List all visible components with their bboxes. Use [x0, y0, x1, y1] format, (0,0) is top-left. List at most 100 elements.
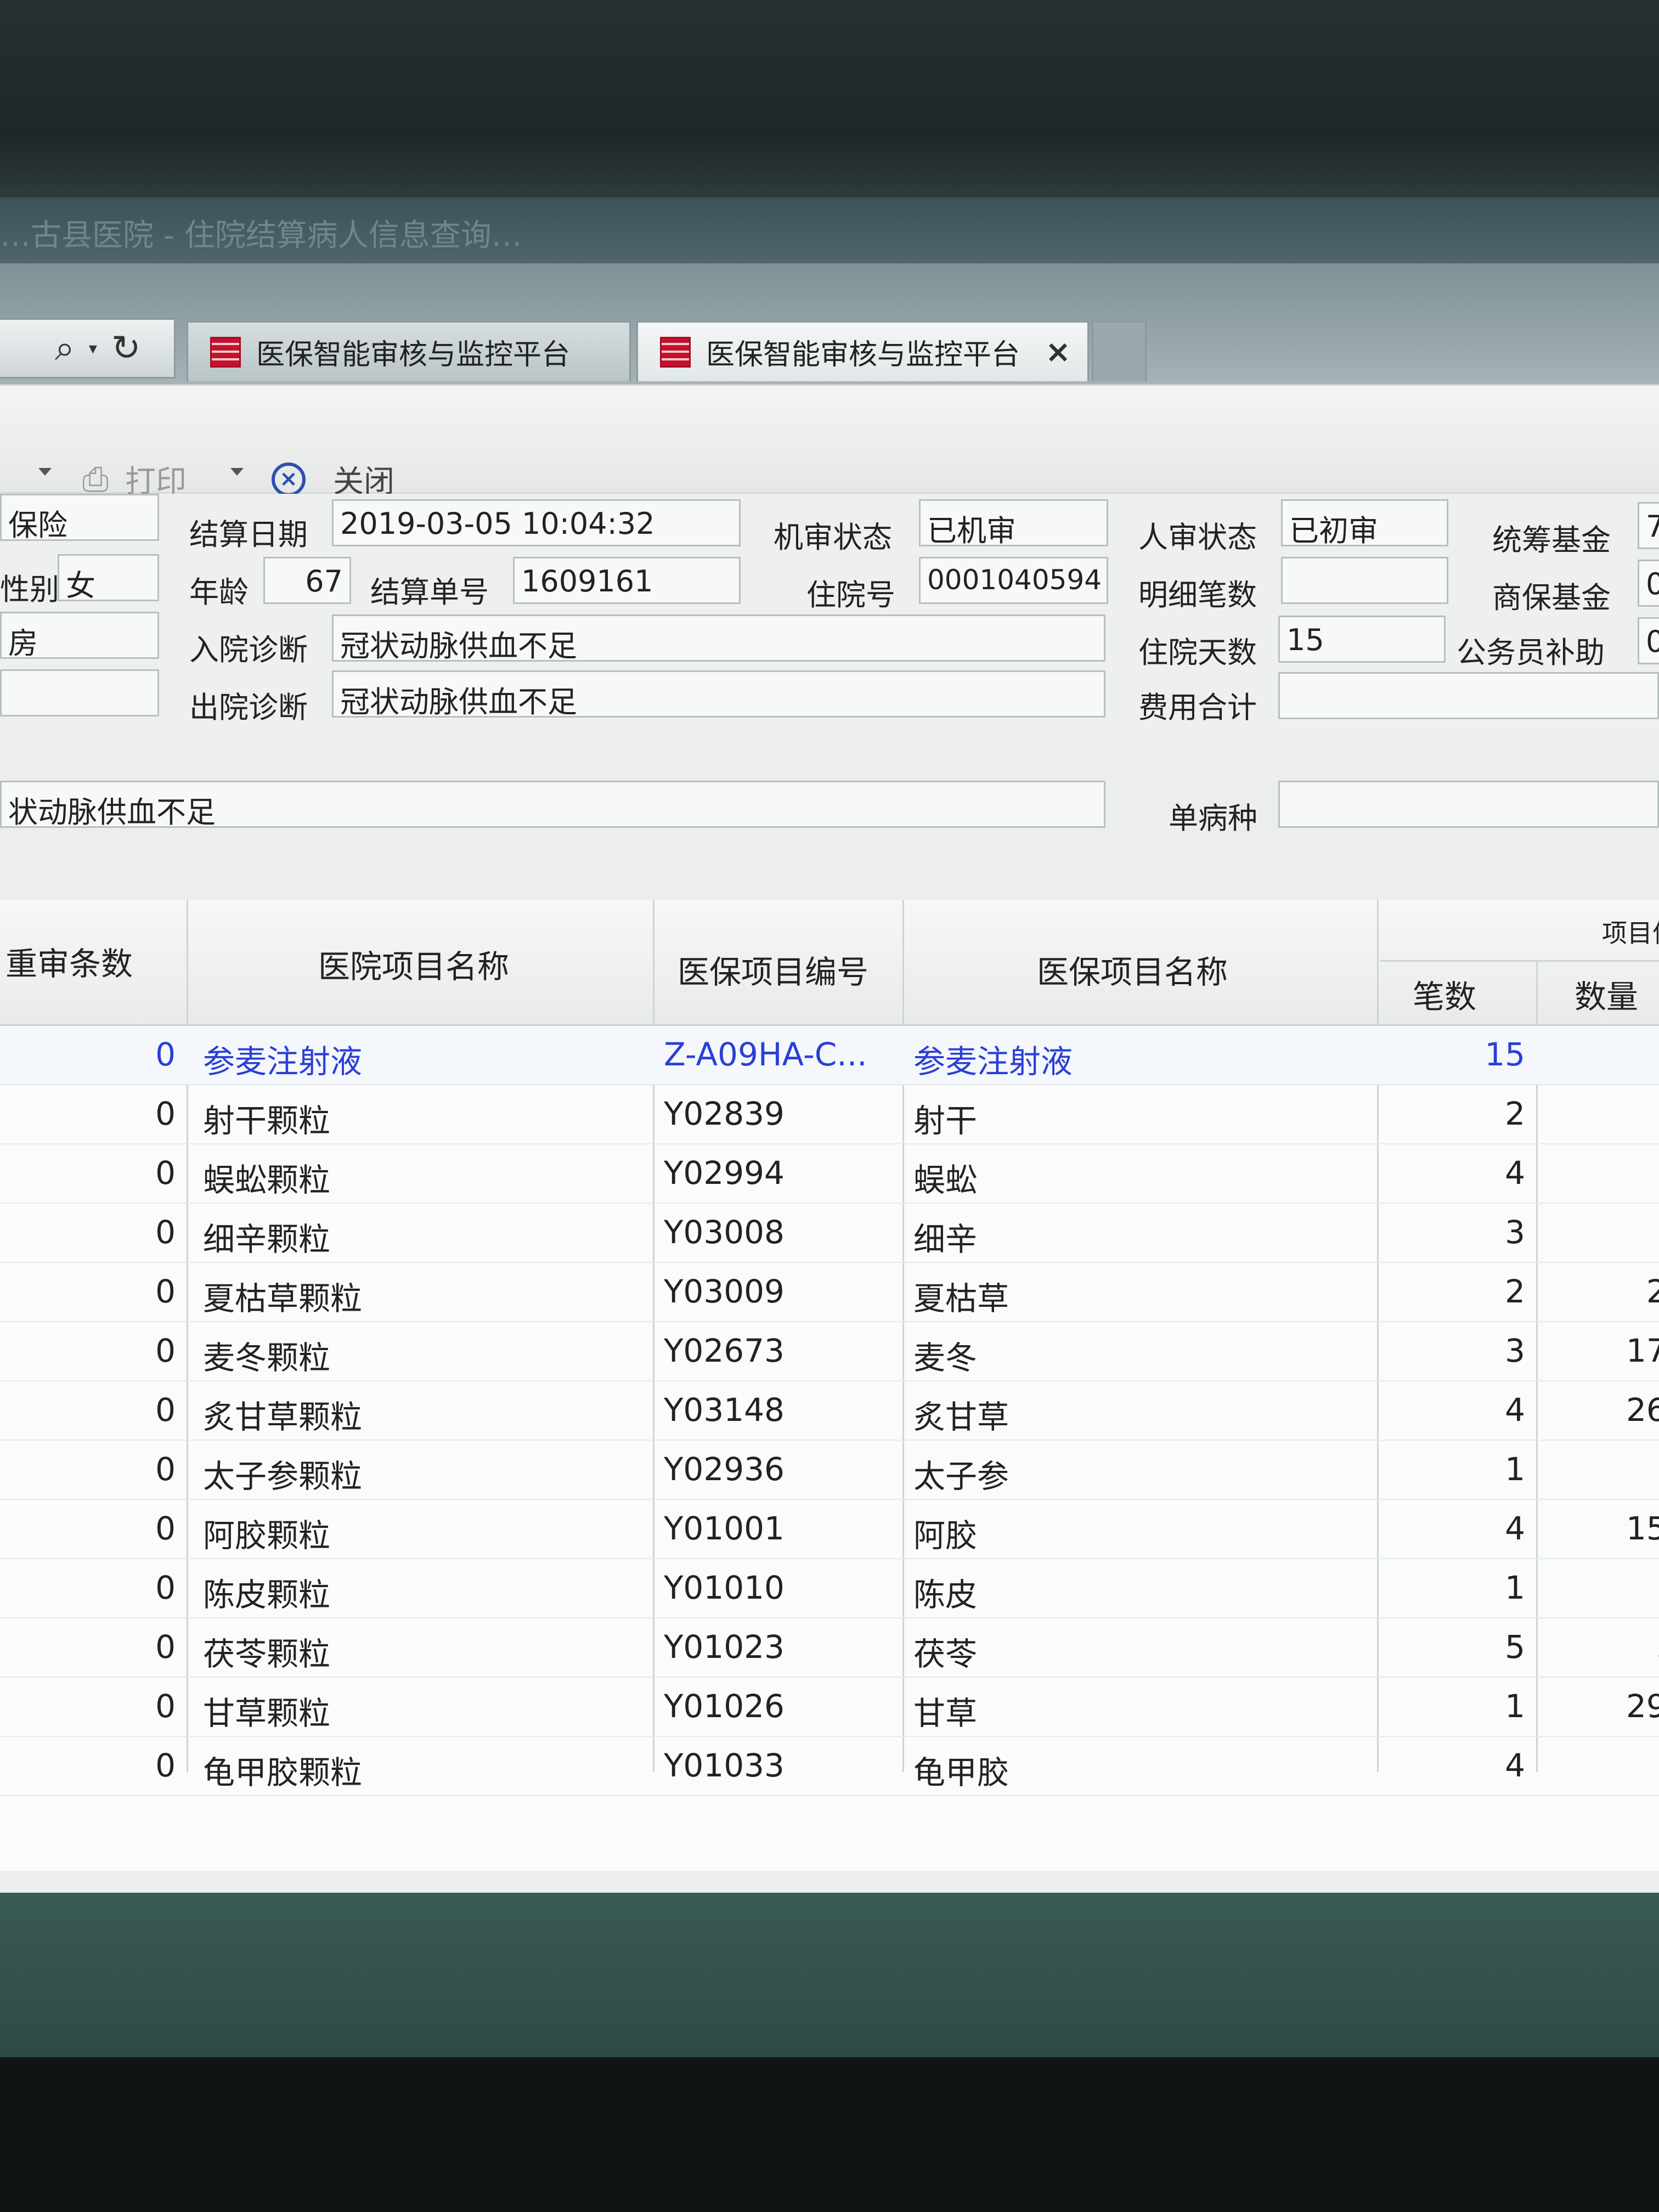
- ins-item-name-cell: 细辛: [913, 1221, 978, 1258]
- header-hosp-item-name[interactable]: 医院项目名称: [318, 941, 509, 987]
- app-content: ⎙ 打印 × 关闭 保险 性别 女 房 结算日期 2019-03-05 10:0…: [0, 384, 1659, 2030]
- civil-field: 0: [1638, 617, 1659, 664]
- commercial-label: 商保基金: [1492, 580, 1611, 615]
- table-row[interactable]: 0 射干颗粒 Y02839 射干 2 25: [0, 1085, 1659, 1144]
- header-bishu[interactable]: 笔数: [1413, 971, 1476, 1017]
- table-row[interactable]: 0 炙甘草颗粒 Y03148 炙甘草 4 260.0: [0, 1381, 1659, 1441]
- fund-field: 7: [1638, 502, 1659, 549]
- bishu-cell: 4: [1505, 1154, 1525, 1192]
- toolbar: ⎙ 打印 × 关闭: [0, 384, 1659, 500]
- table-row[interactable]: 0 夏枯草颗粒 Y03009 夏枯草 2 269.: [0, 1263, 1659, 1322]
- hosp-item-name-cell: 麦冬颗粒: [203, 1339, 331, 1376]
- detail-count-label: 明细笔数: [1138, 578, 1257, 612]
- qty-cell: 3: [1553, 1036, 1659, 1073]
- header-ins-item-name[interactable]: 医保项目名称: [1037, 946, 1228, 992]
- single-disease-label: 单病种: [1169, 801, 1257, 836]
- table-row[interactable]: 0 甘草颗粒 Y01026 甘草 1 29.99: [0, 1678, 1659, 1737]
- total-field: [1278, 672, 1659, 719]
- commercial-field: 0: [1638, 560, 1659, 607]
- review-count-cell: 0: [155, 1095, 176, 1132]
- ins-item-code-cell: Y01010: [664, 1569, 785, 1606]
- qty-cell: 580: [1553, 1628, 1659, 1666]
- printer-icon: ⎙: [82, 460, 109, 499]
- detail-count-field: [1281, 557, 1448, 604]
- table-row[interactable]: 0 龟甲胶颗粒 Y01033 龟甲胶 4 120: [0, 1737, 1659, 1796]
- ins-item-code-cell: Y03008: [664, 1214, 785, 1251]
- monitor-bezel-bottom: [0, 2057, 1659, 2212]
- review-count-cell: 0: [155, 1214, 176, 1251]
- settle-no-label: 结算单号: [370, 575, 489, 610]
- tab-label: 医保智能审核与监控平台: [706, 338, 1020, 371]
- review-count-cell: 0: [155, 1569, 176, 1606]
- qty-cell: 260.0: [1626, 1391, 1659, 1429]
- ins-item-code-cell: Y01001: [664, 1510, 785, 1547]
- ins-item-code-cell: Y01023: [664, 1628, 785, 1666]
- table-row[interactable]: 0 陈皮颗粒 Y01010 陈皮 1 168: [0, 1559, 1659, 1618]
- window-title: …古县医院 - 住院结算病人信息查询…: [0, 198, 1659, 263]
- new-tab-button[interactable]: [1092, 321, 1147, 381]
- ins-item-name-cell: 阿胶: [913, 1517, 978, 1554]
- machine-status-label: 机审状态: [774, 520, 892, 555]
- qty-cell: 168: [1553, 1569, 1659, 1606]
- settle-date-field: 2019-03-05 10:04:32: [332, 499, 741, 546]
- bishu-cell: 1: [1505, 1569, 1525, 1606]
- bishu-cell: 1: [1505, 1688, 1525, 1725]
- chevron-down-icon[interactable]: [38, 468, 52, 476]
- ins-item-name-cell: 陈皮: [913, 1576, 978, 1613]
- hosp-item-name-cell: 甘草颗粒: [203, 1695, 331, 1732]
- days-field: 15: [1278, 616, 1446, 663]
- machine-status-field: 已机审: [919, 499, 1108, 546]
- items-grid: 重审条数 医院项目名称 医保项目编号 医保项目名称 项目信 笔数 数量 0 参麦注…: [0, 900, 1659, 1871]
- chevron-down-icon[interactable]: ▾: [89, 339, 97, 358]
- tab-active[interactable]: 医保智能审核与监控平台 ×: [636, 321, 1089, 381]
- header-qty[interactable]: 数量: [1575, 971, 1638, 1017]
- human-status-field: 已初审: [1281, 499, 1448, 546]
- bishu-cell: 4: [1505, 1391, 1525, 1429]
- tab-close-icon[interactable]: ×: [1045, 334, 1071, 370]
- ins-item-name-cell: 蜈蚣: [913, 1161, 978, 1199]
- bishu-cell: 15: [1485, 1036, 1525, 1073]
- age-field: 67: [263, 557, 351, 604]
- ins-item-name-cell: 茯苓: [913, 1635, 978, 1673]
- table-row[interactable]: 0 茯苓颗粒 Y01023 茯苓 5 580: [0, 1618, 1659, 1678]
- table-row[interactable]: 0 阿胶颗粒 Y01001 阿胶 4 150.0: [0, 1500, 1659, 1559]
- single-disease-field: [1278, 781, 1659, 828]
- review-count-cell: 0: [155, 1451, 176, 1488]
- tab-inactive[interactable]: 医保智能审核与监控平台: [187, 321, 631, 381]
- bishu-cell: 4: [1505, 1510, 1525, 1547]
- table-row[interactable]: 0 参麦注射液 Z-A09HA-C... 参麦注射液 15 3: [0, 1026, 1659, 1085]
- review-count-cell: 0: [155, 1688, 176, 1725]
- monitor-bezel-top: [0, 0, 1659, 198]
- ins-item-name-cell: 炙甘草: [913, 1398, 1009, 1436]
- ins-item-code-cell: Y03148: [664, 1391, 785, 1429]
- other-diag-field: 状动脉供血不足: [0, 781, 1105, 828]
- qty-cell: 10(: [1553, 1451, 1659, 1488]
- table-row[interactable]: 0 蜈蚣颗粒 Y02994 蜈蚣 44: [0, 1144, 1659, 1204]
- ins-item-code-cell: Y01026: [664, 1688, 785, 1725]
- nav-tools: ⌕ ▾ ↻: [0, 318, 176, 379]
- bishu-cell: 4: [1505, 1747, 1525, 1784]
- refresh-icon[interactable]: ↻: [111, 328, 141, 369]
- hosp-no-label: 住院号: [806, 578, 895, 612]
- settlement-form: 保险 性别 女 房 结算日期 2019-03-05 10:04:32 年龄 67…: [0, 494, 1659, 746]
- settle-date-label: 结算日期: [189, 517, 308, 552]
- close-circle-icon: ×: [272, 462, 306, 496]
- ins-item-name-cell: 甘草: [913, 1695, 978, 1732]
- chevron-down-icon[interactable]: [230, 468, 244, 476]
- header-group: 项目信: [1602, 918, 1659, 948]
- table-row[interactable]: 0 太子参颗粒 Y02936 太子参 1 10(: [0, 1441, 1659, 1500]
- table-row[interactable]: 0 麦冬颗粒 Y02673 麦冬 3 179.9: [0, 1322, 1659, 1381]
- header-ins-item-code[interactable]: 医保项目编号: [678, 946, 868, 992]
- search-icon[interactable]: ⌕: [55, 328, 75, 369]
- grid-header: 重审条数 医院项目名称 医保项目编号 医保项目名称 项目信 笔数 数量: [0, 900, 1659, 1026]
- qty-cell: 4: [1553, 1154, 1659, 1192]
- gender-label: 性别: [0, 572, 59, 607]
- header-review-count[interactable]: 重审条数: [5, 938, 133, 984]
- table-row[interactable]: 0 细辛颗粒 Y03008 细辛 3 3(: [0, 1204, 1659, 1263]
- ins-item-name-cell: 太子参: [913, 1458, 1009, 1495]
- hosp-item-name-cell: 茯苓颗粒: [203, 1635, 331, 1673]
- bishu-cell: 3: [1505, 1332, 1525, 1369]
- ins-item-code-cell: Y02994: [664, 1154, 785, 1192]
- gender-field: 女: [58, 554, 159, 601]
- review-count-cell: 0: [155, 1036, 176, 1073]
